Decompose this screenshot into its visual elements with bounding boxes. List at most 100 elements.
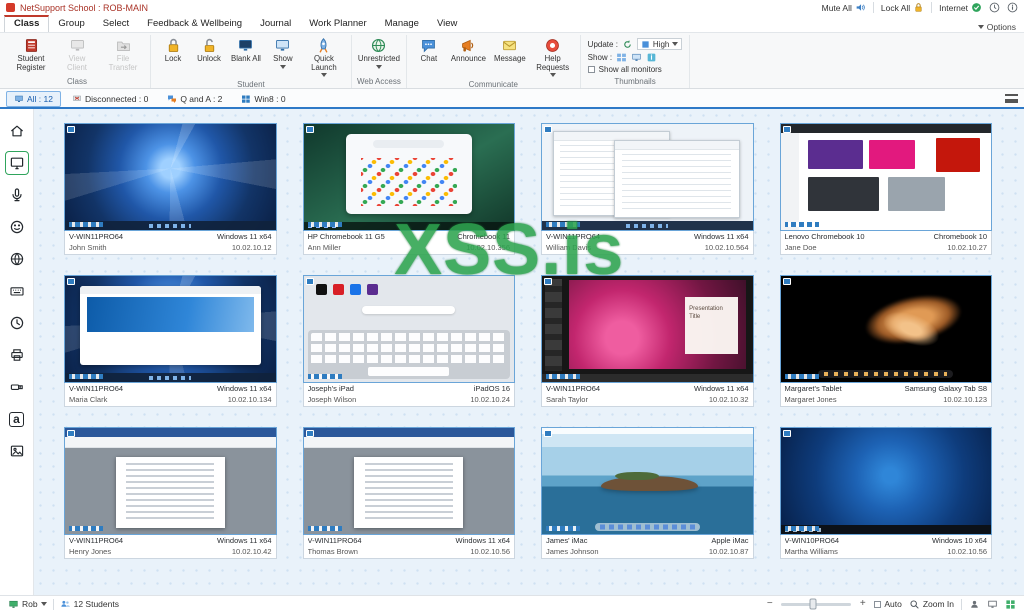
zoom-slider[interactable] xyxy=(781,598,852,610)
sidebar-item-lesson-timer[interactable] xyxy=(5,311,29,335)
unlock-label: Unlock xyxy=(197,54,221,63)
student-thumbnail[interactable]: Presentation Title V-WIN11PRO64 Windows 1… xyxy=(541,275,754,407)
sidebar-item-wellbeing[interactable] xyxy=(5,215,29,239)
sidebar-item-devices[interactable] xyxy=(5,375,29,399)
menu-class[interactable]: Class xyxy=(4,15,50,32)
student-thumbnail[interactable]: James' iMac Apple iMac James Johnson 10.02… xyxy=(541,427,754,559)
auto-size-toggle[interactable]: Auto xyxy=(874,599,902,609)
student-thumbnail[interactable]: V-WIN11PRO64 Windows 11 x64 Maria Clark 10… xyxy=(64,275,277,407)
sidebar-item-whiteboard[interactable] xyxy=(5,439,29,463)
sidebar-item-applications[interactable]: a xyxy=(5,407,29,431)
student-thumbnail[interactable]: V-WIN11PRO64 Windows 11 x64 Henry Jones 10… xyxy=(64,427,277,559)
student-thumbnail[interactable]: Joseph's iPad iPadOS 16 Joseph Wilson 10.0… xyxy=(302,275,515,407)
sidebar-item-thumbnails[interactable] xyxy=(4,151,29,175)
help-requests-button[interactable]: Help Requests xyxy=(531,35,575,79)
slide-panel xyxy=(542,276,565,374)
options-button[interactable]: Options xyxy=(977,22,1020,32)
tab-disconnected[interactable]: Disconnected : 0 xyxy=(64,91,156,107)
ip-address: 10.02.10.356 xyxy=(466,242,510,252)
student-thumbnail[interactable]: HP Chromebook 11 G5 Chromebook 11 Ann Mil… xyxy=(302,123,515,255)
info-badge-icon[interactable] xyxy=(646,52,657,63)
machine-name: V-WIN11PRO64 xyxy=(69,536,124,545)
clock-icon[interactable] xyxy=(989,2,1000,13)
tab-qa-label: Q and A : 2 xyxy=(180,93,223,104)
thumbnail-label: V-WIN10PRO64 Windows 10 x64 Martha Willia… xyxy=(779,535,992,559)
zoom-in-step-button[interactable]: + xyxy=(858,599,867,609)
ribbon-group-student: Lock Unlock Blank All Show Quick Launch … xyxy=(151,35,352,89)
message-button[interactable]: Message xyxy=(491,35,529,66)
thumb-view-icon[interactable] xyxy=(616,52,627,63)
windows-flag-icon xyxy=(242,95,251,103)
os-label: Windows 11 x64 xyxy=(217,232,272,241)
sidebar-item-home[interactable] xyxy=(5,119,29,143)
menu-view[interactable]: View xyxy=(428,16,466,32)
unlock-button[interactable]: Unlock xyxy=(192,35,226,66)
tab-list-menu-icon[interactable] xyxy=(1005,94,1018,103)
chat-button[interactable]: Chat xyxy=(412,35,446,66)
tab-win8[interactable]: Win8 : 0 xyxy=(233,91,293,107)
user-view-icon[interactable] xyxy=(969,599,980,610)
menu-manage[interactable]: Manage xyxy=(376,16,428,32)
group-tab-bar: All : 12 Disconnected : 0 Q and A : 2 Wi… xyxy=(0,89,1024,109)
menu-feedback-wellbeing[interactable]: Feedback & Wellbeing xyxy=(138,16,251,32)
divider xyxy=(961,598,962,610)
client-icon xyxy=(544,430,552,437)
monitor-badge-icon[interactable] xyxy=(631,52,642,63)
divider xyxy=(931,2,933,13)
show-button[interactable]: Show xyxy=(266,35,300,71)
lock-all-button[interactable]: Lock All xyxy=(881,2,924,13)
os-label: Apple iMac xyxy=(711,536,749,545)
thumbnail-label: V-WIN11PRO64 Windows 11 x64 William Davis… xyxy=(541,231,754,255)
thumbnail-screen xyxy=(541,123,754,231)
zoom-slider-thumb[interactable] xyxy=(809,598,817,610)
menu-work-planner[interactable]: Work Planner xyxy=(300,16,375,32)
lock-button[interactable]: Lock xyxy=(156,35,190,66)
tab-all[interactable]: All : 12 xyxy=(6,90,61,107)
student-thumbnail[interactable]: V-WIN11PRO64 Windows 11 x64 Thomas Brown 1… xyxy=(302,427,515,559)
user-name: John Smith xyxy=(69,242,107,252)
word-titlebar xyxy=(65,428,276,437)
thumbnail-badges xyxy=(67,221,105,228)
chevron-down-icon xyxy=(320,73,327,78)
sidebar-item-web-control[interactable] xyxy=(5,247,29,271)
app-tile xyxy=(366,284,378,296)
student-thumbnail[interactable]: V-WIN11PRO64 Windows 11 x64 John Smith 10.… xyxy=(64,123,277,255)
student-thumbnail[interactable]: V-WIN11PRO64 Windows 11 x64 William Davis… xyxy=(541,123,754,255)
zoom-out-button[interactable]: − xyxy=(765,599,774,609)
zoom-in-mode-button[interactable]: Zoom In xyxy=(909,599,954,610)
auto-checkbox[interactable] xyxy=(874,600,882,608)
file-transfer-button[interactable]: File Transfer xyxy=(101,35,145,74)
menu-select[interactable]: Select xyxy=(94,16,138,32)
grid-layout-icon[interactable] xyxy=(1005,599,1016,610)
sidebar-item-audio[interactable] xyxy=(5,183,29,207)
monitor-view-icon[interactable] xyxy=(987,599,998,610)
sidebar-item-surveys[interactable] xyxy=(5,279,29,303)
unrestricted-button[interactable]: Unrestricted xyxy=(357,35,401,71)
info-icon[interactable] xyxy=(1007,2,1018,13)
student-count: 12 Students xyxy=(60,599,119,610)
lock-icon xyxy=(915,3,922,12)
ribbon: Student Register View Client File Transf… xyxy=(0,33,1024,89)
tab-q-and-a[interactable]: Q and A : 2 xyxy=(159,91,230,107)
quick-launch-button[interactable]: Quick Launch xyxy=(302,35,346,79)
student-thumbnail[interactable]: Margaret's Tablet Samsung Galaxy Tab S8 M… xyxy=(779,275,992,407)
chevron-down-icon xyxy=(672,42,679,46)
view-client-button[interactable]: View Client xyxy=(55,35,99,74)
mute-all-button[interactable]: Mute All xyxy=(822,2,866,13)
sidebar-item-print[interactable] xyxy=(5,343,29,367)
blank-all-button[interactable]: Blank All xyxy=(228,35,264,66)
quality-dropdown[interactable]: High xyxy=(636,38,683,50)
show-all-monitors-checkbox[interactable] xyxy=(587,66,595,73)
student-register-button[interactable]: Student Register xyxy=(9,35,53,74)
menu-journal[interactable]: Journal xyxy=(251,16,300,32)
student-thumbnail[interactable]: V-WIN10PRO64 Windows 10 x64 Martha Willia… xyxy=(779,427,992,559)
thumbnail-label: V-WIN11PRO64 Windows 11 x64 John Smith 10.… xyxy=(64,231,277,255)
internet-status[interactable]: Internet xyxy=(939,2,982,13)
announce-button[interactable]: Announce xyxy=(448,35,489,66)
ip-address: 10.02.10.27 xyxy=(947,242,987,252)
refresh-icon[interactable] xyxy=(622,39,633,50)
menu-group[interactable]: Group xyxy=(49,16,93,32)
student-thumbnail[interactable]: Lenovo Chromebook 10 Chromebook 10 Jane D… xyxy=(779,123,992,255)
console-user-button[interactable]: Rob xyxy=(8,599,47,610)
thumbnail-label: Margaret's Tablet Samsung Galaxy Tab S8 M… xyxy=(779,383,992,407)
